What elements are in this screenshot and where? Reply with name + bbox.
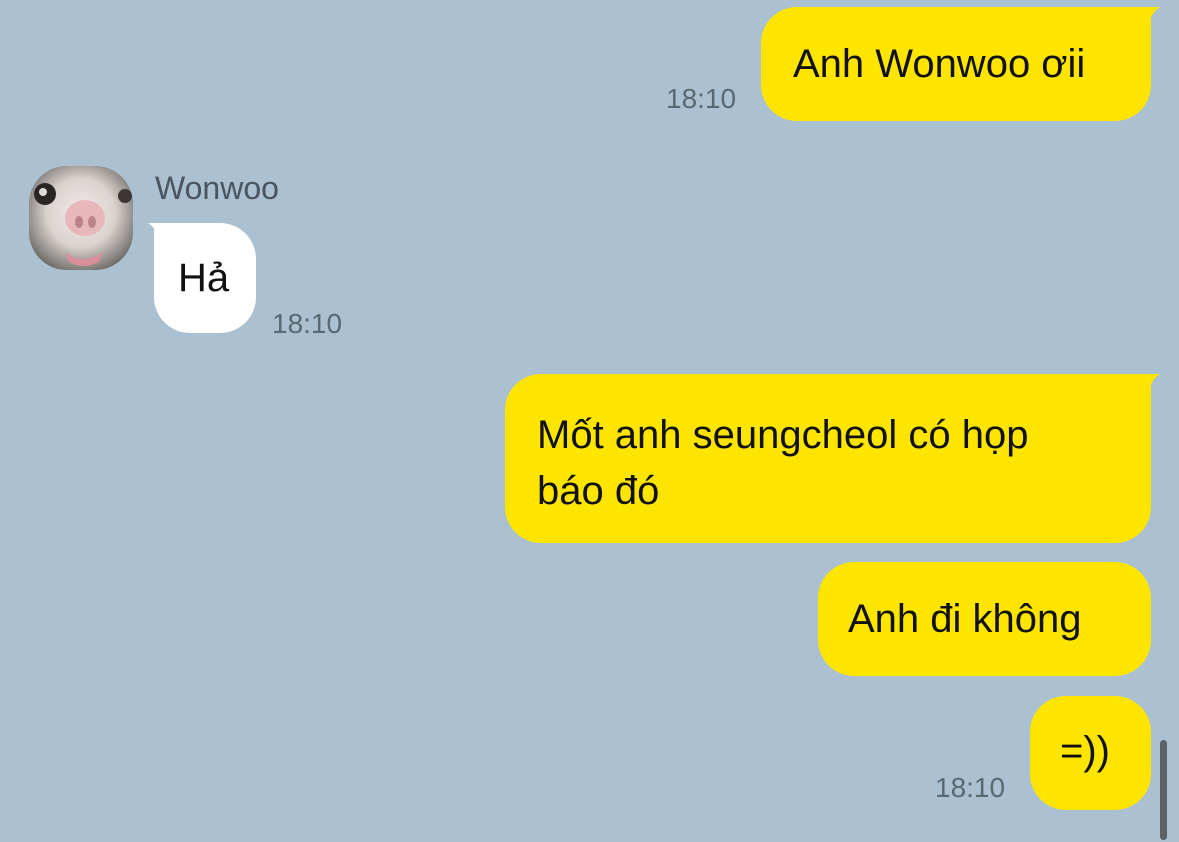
outgoing-message-bubble[interactable]: =)) <box>1030 696 1151 810</box>
message-timestamp: 18:10 <box>666 83 737 114</box>
message-timestamp: 18:10 <box>935 772 1006 803</box>
bubble-tail-icon <box>1138 7 1160 29</box>
message-text-line: Mốt anh seungcheol có họp <box>537 413 1029 457</box>
outgoing-message-bubble[interactable]: Anh đi không <box>818 562 1151 676</box>
chat-message-list[interactable]: Anh Wonwoo ơii 18:10 Wonwoo Hả 18:10 Mốt… <box>0 0 1179 842</box>
message-text: Anh Wonwoo ơii <box>793 42 1086 86</box>
scrollbar[interactable] <box>1160 740 1167 840</box>
bubble-tail-icon <box>1138 374 1160 396</box>
sender-name: Wonwoo <box>155 170 279 206</box>
cat-face-avatar-icon <box>29 166 133 270</box>
bubble-tail-icon <box>148 223 170 245</box>
outgoing-message-bubble[interactable]: Anh Wonwoo ơii <box>761 7 1151 121</box>
message-text: Anh đi không <box>848 597 1082 641</box>
outgoing-message-bubble[interactable]: Mốt anh seungcheol có họp báo đó <box>505 374 1151 543</box>
message-text: Hả <box>178 256 230 300</box>
message-text: =)) <box>1060 729 1110 773</box>
message-text-line: báo đó <box>537 469 660 513</box>
message-timestamp: 18:10 <box>272 308 343 339</box>
contact-avatar[interactable] <box>29 166 133 270</box>
